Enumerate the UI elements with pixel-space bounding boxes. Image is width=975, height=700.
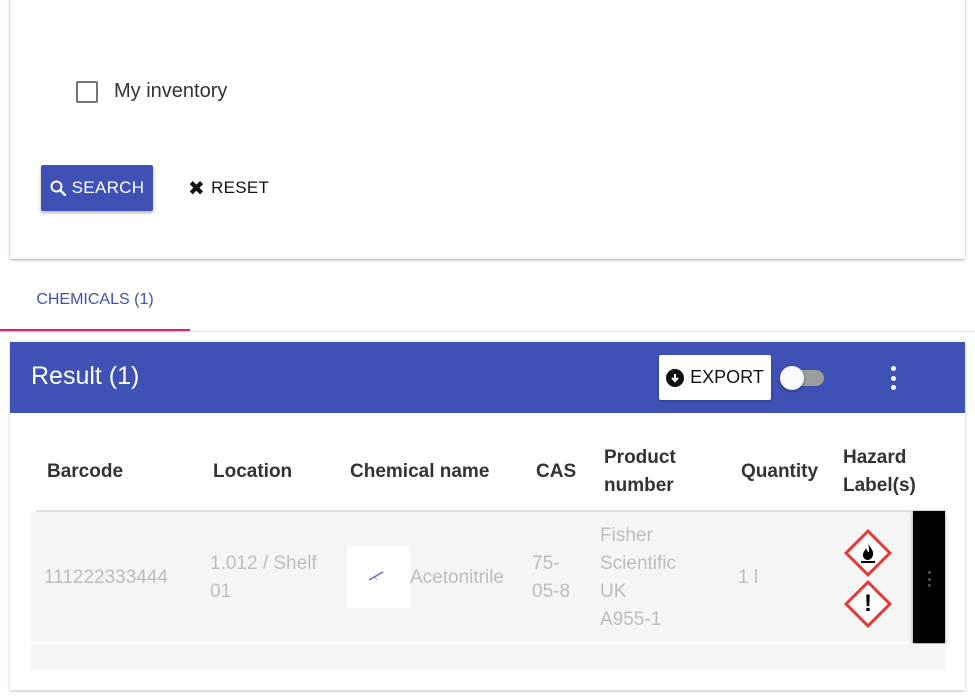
column-location[interactable]: Location <box>213 458 292 486</box>
table-row <box>31 644 945 670</box>
cell-product-line2: Scientific <box>600 553 677 574</box>
tab-chemicals[interactable]: CHEMICALS (1) <box>0 270 190 330</box>
column-product-line2[interactable]: number <box>604 472 674 500</box>
results-panel: Result (1) EXPORT Barcode Location Chemi… <box>10 342 965 690</box>
my-inventory-checkbox[interactable] <box>76 80 98 103</box>
export-button[interactable]: EXPORT <box>659 355 771 400</box>
row-actions-menu[interactable] <box>913 511 945 643</box>
more-options-icon[interactable] <box>888 366 898 390</box>
view-toggle[interactable] <box>780 365 826 391</box>
table-header: Barcode Location Chemical name CAS Produ… <box>36 440 946 512</box>
column-hazard-line1: Hazard <box>843 447 907 468</box>
search-icon <box>50 180 66 196</box>
chemical-structure-thumbnail <box>347 546 410 608</box>
results-header: Result (1) EXPORT <box>10 342 965 413</box>
search-button-label: SEARCH <box>71 178 145 197</box>
column-product-line1[interactable]: Product <box>604 444 676 472</box>
cell-product-line1: Fisher <box>600 525 653 546</box>
reset-button[interactable]: ✖ RESET <box>188 165 269 211</box>
search-button[interactable]: SEARCH <box>41 165 153 211</box>
column-cas[interactable]: CAS <box>536 458 576 486</box>
cell-product-line3: UK <box>600 581 627 602</box>
results-title: Result (1) <box>31 362 140 390</box>
cell-quantity: 1 l <box>738 567 759 588</box>
cell-product-line4: A955-1 <box>600 609 662 630</box>
toggle-thumb <box>780 366 804 390</box>
cell-cas-line1: 75- <box>532 553 560 574</box>
close-icon: ✖ <box>188 177 206 200</box>
my-inventory-label[interactable]: My inventory <box>114 80 227 103</box>
column-quantity[interactable]: Quantity <box>741 458 818 486</box>
column-chemical-name[interactable]: Chemical name <box>350 458 489 486</box>
search-panel: My inventory SEARCH ✖ RESET <box>10 0 965 259</box>
tabs-bar: CHEMICALS (1) <box>0 270 975 332</box>
download-icon <box>666 368 685 387</box>
more-vert-icon[interactable] <box>926 571 932 587</box>
active-tab-indicator <box>0 329 190 331</box>
cell-cas-line2: 05-8 <box>532 581 571 602</box>
reset-button-label: RESET <box>211 178 270 197</box>
cell-location-line1: 1.012 / Shelf <box>210 553 317 574</box>
tab-chemicals-label: CHEMICALS (1) <box>36 291 154 308</box>
column-barcode[interactable]: Barcode <box>47 458 123 486</box>
cell-barcode: 111222333444 <box>44 567 168 588</box>
table-row[interactable]: 111222333444 1.012 / Shelf 01 Acetonitri… <box>31 512 913 642</box>
cell-chemical-name: Acetonitrile <box>410 567 504 588</box>
export-button-label: EXPORT <box>690 367 764 387</box>
my-inventory-option[interactable]: My inventory <box>76 80 227 103</box>
column-hazard-line2: Label(s) <box>843 475 916 496</box>
cell-location-line2: 01 <box>210 581 232 602</box>
